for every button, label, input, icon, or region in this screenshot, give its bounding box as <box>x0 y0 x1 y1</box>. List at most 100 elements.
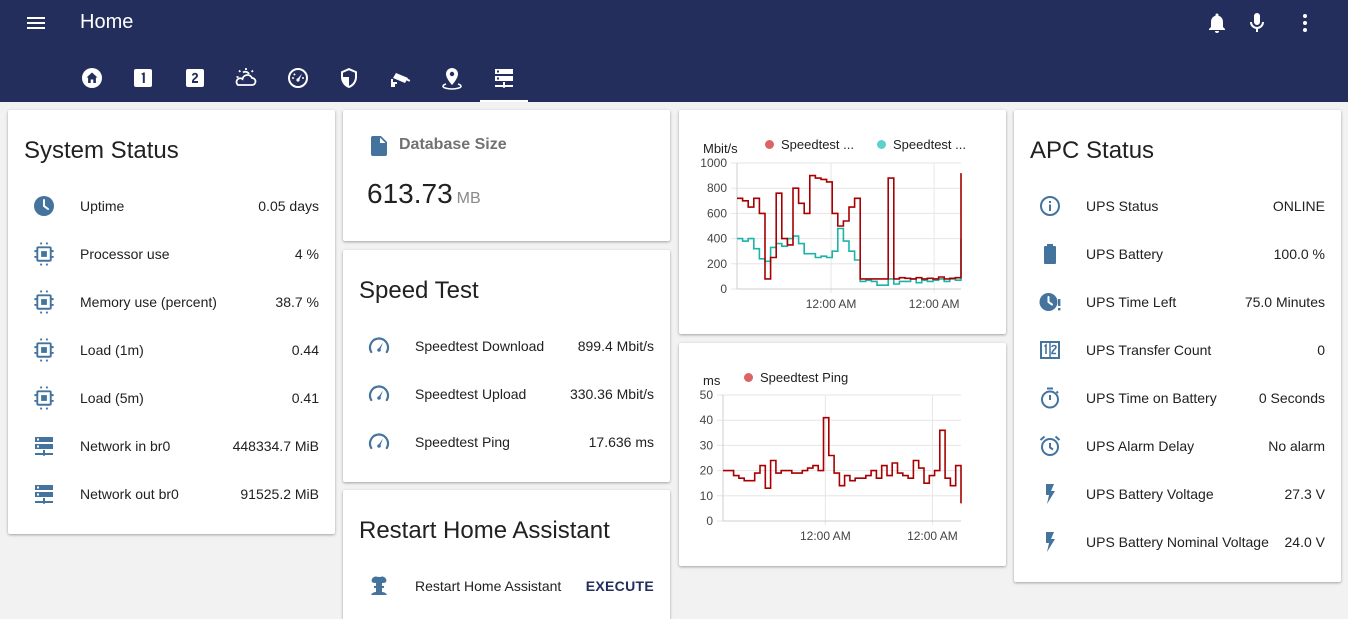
tab-map[interactable] <box>428 58 476 102</box>
entity-label: UPS Transfer Count <box>1086 342 1212 358</box>
y-tick-label: 30 <box>700 438 714 452</box>
entity-row[interactable]: UPS Transfer Count 0 <box>1014 330 1341 370</box>
x-tick-label: 12:00 AM <box>907 529 958 543</box>
y-tick-label: 10 <box>700 489 714 503</box>
system-status-card: System Status Uptime 0.05 days Processor u… <box>8 110 335 534</box>
legend-upload[interactable]: Speedtest ... <box>877 137 966 152</box>
legend-download[interactable]: Speedtest ... <box>765 137 854 152</box>
entity-value: 38.7 % <box>275 294 319 310</box>
entity-value: 0 <box>1317 342 1325 358</box>
tab-home[interactable] <box>68 58 116 102</box>
clock-icon <box>32 194 56 218</box>
legend-dot <box>877 140 886 149</box>
y-tick-label: 40 <box>700 413 714 427</box>
entity-label: UPS Status <box>1086 198 1159 214</box>
entity-label: UPS Battery Voltage <box>1086 486 1214 502</box>
entity-value: 0 Seconds <box>1258 390 1325 406</box>
entity-value: No alarm <box>1268 438 1325 454</box>
home-icon <box>82 68 102 88</box>
entity-row[interactable]: Speedtest Download 899.4 Mbit/s <box>343 326 670 366</box>
restart-card: Restart Home Assistant Restart Home Assi… <box>343 490 670 619</box>
entity-label: Processor use <box>80 246 170 262</box>
database-size-label: Database Size <box>399 136 507 153</box>
x-tick-label: 12:00 AM <box>800 529 851 543</box>
entity-label: Load (5m) <box>80 390 144 406</box>
entity-label: Uptime <box>80 198 125 214</box>
legend-ping[interactable]: Speedtest Ping <box>744 370 848 385</box>
flash-icon <box>1038 530 1062 554</box>
entity-row[interactable]: UPS Alarm Delay No alarm <box>1014 426 1341 466</box>
flash-icon <box>1038 482 1062 506</box>
entity-row[interactable]: UPS Battery Nominal Voltage 24.0 V <box>1014 522 1341 562</box>
file-icon <box>367 134 391 158</box>
cctv-icon <box>391 73 411 87</box>
numeric-1-box-icon <box>134 69 152 87</box>
entity-value: 330.36 Mbit/s <box>569 386 654 402</box>
entity-value: 0.44 <box>291 342 319 358</box>
entity-label: Load (1m) <box>80 342 144 358</box>
server-network-icon <box>492 66 516 90</box>
card-title: Restart Home Assistant <box>359 517 610 544</box>
server-network-icon <box>32 434 56 458</box>
clock-alert-icon <box>1038 290 1062 314</box>
database-size-card[interactable]: Database Size 613.73 MB <box>343 110 670 241</box>
entity-label: UPS Time Left <box>1086 294 1177 310</box>
y-tick-label: 0 <box>720 282 727 296</box>
page-title: Home <box>80 11 134 33</box>
entity-row[interactable]: UPS Battery Voltage 27.3 V <box>1014 474 1341 514</box>
entity-row[interactable]: Load (5m) 0.41 <box>8 378 335 418</box>
entity-row[interactable]: Speedtest Ping 17.636 ms <box>343 422 670 462</box>
entity-label: UPS Time on Battery <box>1086 390 1217 406</box>
tab-speedometer[interactable] <box>274 58 322 102</box>
weather-partly-cloudy-icon <box>235 68 257 86</box>
shield-icon <box>341 68 357 88</box>
entity-row[interactable]: UPS Status ONLINE <box>1014 186 1341 226</box>
timer-icon <box>1038 386 1062 410</box>
speedometer-icon <box>288 68 308 88</box>
chip-icon <box>32 386 56 410</box>
y-axis-label: ms <box>703 373 721 388</box>
more-vert-icon[interactable] <box>1293 11 1317 35</box>
entity-label: Network out br0 <box>80 486 179 502</box>
card-title: System Status <box>24 137 179 164</box>
tab-weather[interactable] <box>222 58 270 102</box>
entity-value: 17.636 ms <box>588 434 654 450</box>
x-tick-label: 12:00 AM <box>806 297 857 311</box>
legend-dot <box>765 140 774 149</box>
menu-icon[interactable] <box>24 11 48 35</box>
tab-server[interactable] <box>480 58 528 102</box>
speedtest-history-card: Mbit/s 0 200 400 600 800 1000 12:00 AM 12:00 AM … <box>679 110 1006 334</box>
series-line-0 <box>737 173 962 280</box>
tab-one[interactable] <box>119 58 167 102</box>
entity-row[interactable]: Speedtest Upload 330.36 Mbit/s <box>343 374 670 414</box>
entity-value: 4 % <box>294 246 319 262</box>
entity-label: Speedtest Ping <box>415 434 510 450</box>
entity-row[interactable]: Memory use (percent) 38.7 % <box>8 282 335 322</box>
database-size-unit: MB <box>456 190 481 207</box>
tab-cctv[interactable] <box>377 58 425 102</box>
bell-icon[interactable] <box>1205 11 1229 35</box>
entity-row[interactable]: Load (1m) 0.44 <box>8 330 335 370</box>
speedometer-icon <box>367 334 391 358</box>
tab-two[interactable] <box>171 58 219 102</box>
entity-row[interactable]: UPS Time Left 75.0 Minutes <box>1014 282 1341 322</box>
entity-row[interactable]: Uptime 0.05 days <box>8 186 335 226</box>
nuke-icon <box>367 574 391 598</box>
entity-value: 24.0 V <box>1284 534 1325 550</box>
tab-security[interactable] <box>325 58 373 102</box>
microphone-icon[interactable] <box>1245 11 1269 35</box>
alarm-icon <box>1038 434 1062 458</box>
entity-row[interactable]: UPS Time on Battery 0 Seconds <box>1014 378 1341 418</box>
execute-button[interactable]: EXECUTE <box>586 566 654 606</box>
battery-icon <box>1038 242 1062 266</box>
entity-value: 100.0 % <box>1273 246 1325 262</box>
entity-row[interactable]: Network in br0 448334.7 MiB <box>8 426 335 466</box>
entity-row[interactable]: UPS Battery 100.0 % <box>1014 234 1341 274</box>
entity-label: UPS Alarm Delay <box>1086 438 1195 454</box>
entity-row[interactable]: Processor use 4 % <box>8 234 335 274</box>
apc-status-card: APC Status UPS Status ONLINE UPS Battery 10… <box>1014 110 1341 582</box>
numeric-2-box-icon <box>186 69 204 87</box>
entity-row[interactable]: Network out br0 91525.2 MiB <box>8 474 335 514</box>
entity-value: 75.0 Minutes <box>1244 294 1325 310</box>
y-axis-label: Mbit/s <box>703 141 738 156</box>
